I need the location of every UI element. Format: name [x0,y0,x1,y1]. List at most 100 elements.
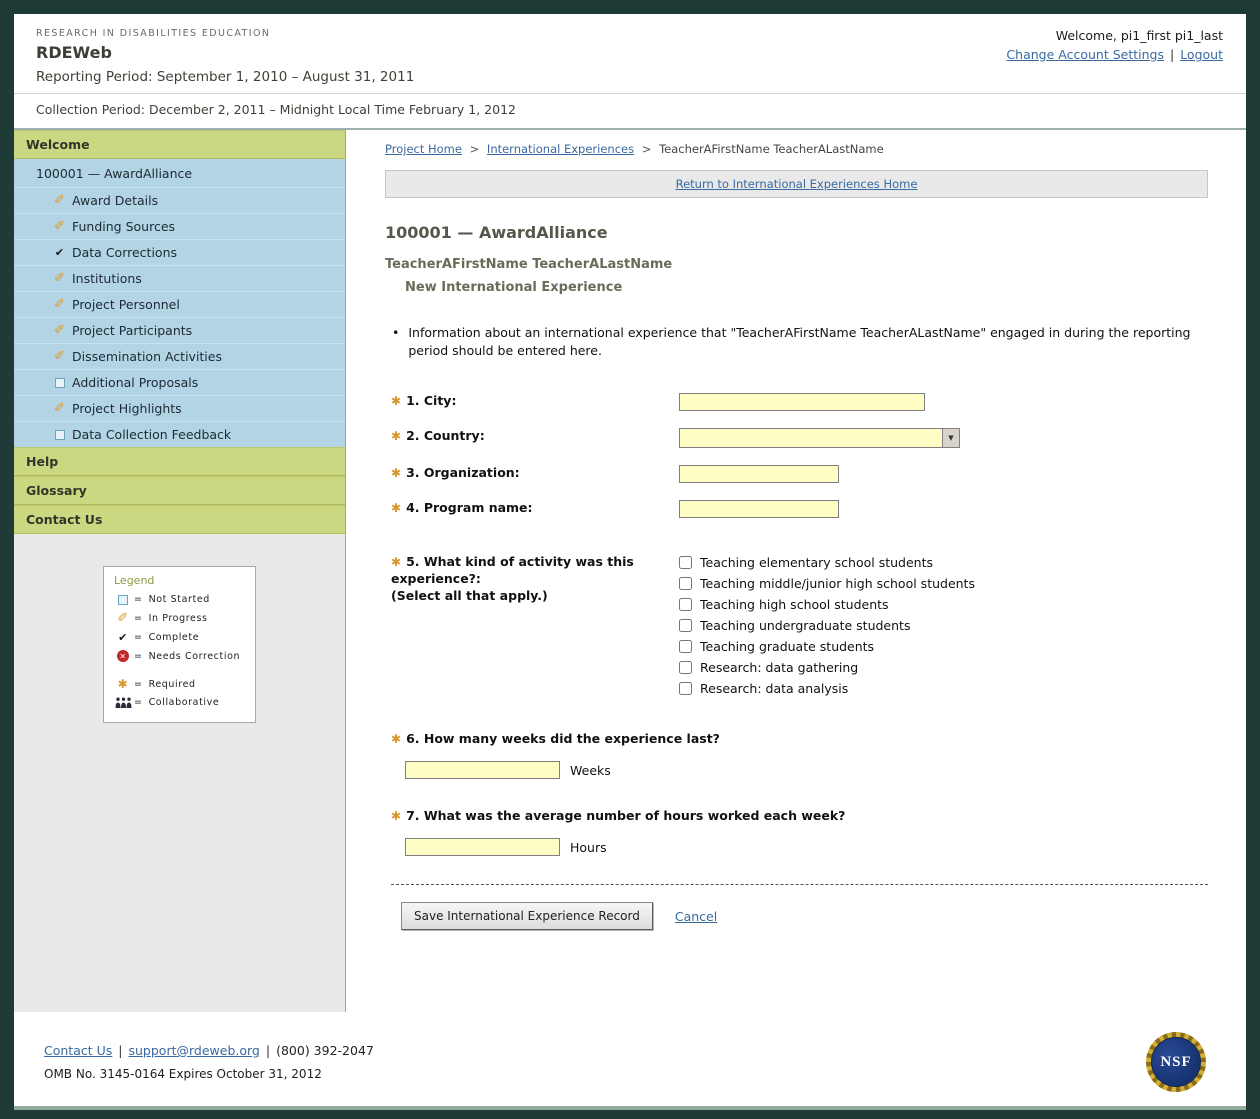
activity-option-elementary[interactable]: Teaching elementary school students [679,555,975,570]
weeks-question-label: 6. How many weeks did the experience las… [391,731,1208,746]
page-title: New International Experience [405,280,623,295]
sidebar-item-project-highlights[interactable]: Project Highlights [14,395,345,421]
program-name-input[interactable] [679,500,839,519]
nsf-logo-text: NSF [1151,1037,1201,1087]
notstarted-icon [52,429,67,440]
required-icon [114,678,132,690]
legend-row-not-started: Not Started [114,594,247,605]
hours-unit-label: Hours [570,839,607,855]
country-select[interactable] [679,428,960,449]
sidebar-item-data-corrections[interactable]: Data Corrections [14,239,345,265]
breadcrumb-separator [470,142,480,156]
activity-checkbox-data-gathering[interactable] [679,661,692,675]
logout-link[interactable]: Logout [1180,47,1223,62]
save-button[interactable]: Save International Experience Record [401,902,653,931]
sidebar-item-glossary[interactable]: Glossary [14,476,345,505]
button-row: Save International Experience Record Can… [391,902,1208,931]
legend: Legend Not Started In Progress Complete [103,566,256,723]
legend-title: Legend [114,574,155,587]
breadcrumb-separator [642,142,652,156]
breadcrumb-current: TeacherAFirstName TeacherALastName [659,142,884,156]
legend-row-complete: Complete [114,632,247,643]
sidebar-item-contact-us[interactable]: Contact Us [14,505,345,534]
required-icon [391,731,401,746]
activity-option-data-gathering[interactable]: Research: data gathering [679,660,975,675]
legend-label: Needs Correction [148,650,241,662]
pencil-icon [52,220,67,233]
sidebar-item-label: Data Collection Feedback [72,427,232,442]
sidebar-item-award[interactable]: 100001 — AwardAlliance [14,159,345,187]
sidebar-item-institutions[interactable]: Institutions [14,265,345,291]
city-input[interactable] [679,393,925,412]
award-heading: 100001 — AwardAlliance [385,223,608,242]
required-icon [391,465,401,480]
activity-checkbox-graduate[interactable] [679,640,692,654]
city-row: 1. City: [391,393,1208,412]
sidebar-item-project-personnel[interactable]: Project Personnel [14,291,345,317]
activity-option-graduate[interactable]: Teaching graduate students [679,639,975,654]
breadcrumb-international-experiences-link[interactable]: International Experiences [487,142,634,156]
return-to-international-experiences-link[interactable]: Return to International Experiences Home [676,177,918,191]
hours-input[interactable] [405,838,560,857]
required-icon [391,428,401,443]
activity-checkbox-middle-junior[interactable] [679,577,692,591]
equals-sign [134,594,143,605]
teacher-heading: TeacherAFirstName TeacherALastName [385,257,673,272]
people-icon [114,697,132,708]
activity-checkbox-undergraduate[interactable] [679,619,692,633]
sidebar-item-data-collection-feedback[interactable]: Data Collection Feedback [14,421,345,447]
sidebar-item-project-participants[interactable]: Project Participants [14,317,345,343]
program-name-row: 4. Program name: [391,500,1208,519]
equals-sign [134,697,143,708]
activity-option-high-school[interactable]: Teaching high school students [679,597,975,612]
reporting-period: Reporting Period: September 1, 2010 – Au… [36,69,415,85]
sidebar-item-funding-sources[interactable]: Funding Sources [14,213,345,239]
activity-option-undergraduate[interactable]: Teaching undergraduate students [679,618,975,633]
pencil-icon [52,194,67,207]
footer-email-link[interactable]: support@rdeweb.org [129,1043,260,1058]
pencil-icon [52,272,67,285]
organization-input[interactable] [679,465,839,484]
sidebar-item-award-details[interactable]: Award Details [14,187,345,213]
footer-phone: (800) 392-2047 [276,1043,374,1058]
activity-checkbox-elementary[interactable] [679,556,692,570]
footer: Contact Us support@rdeweb.org (800) 392-20… [14,1012,1246,1106]
activity-options: Teaching elementary school students Teac… [679,554,975,702]
header: RESEARCH IN DISABILITIES EDUCATION RDEWe… [14,14,1246,130]
cancel-link[interactable]: Cancel [675,909,717,924]
activity-option-data-analysis[interactable]: Research: data analysis [679,681,975,696]
footer-contact-us-link[interactable]: Contact Us [44,1043,112,1058]
chevron-down-icon[interactable] [942,429,959,448]
activity-checkbox-high-school[interactable] [679,598,692,612]
legend-row-required: Required [114,678,247,690]
legend-row-collaborative: Collaborative [114,697,247,708]
sidebar-item-label: Data Corrections [72,245,177,260]
country-row: 2. Country: [391,428,1208,449]
pencil-icon [52,324,67,337]
breadcrumb-project-home-link[interactable]: Project Home [385,142,462,156]
sidebar-item-label: Institutions [72,271,142,286]
activity-option-middle-junior[interactable]: Teaching middle/junior high school stude… [679,576,975,591]
sidebar-item-additional-proposals[interactable]: Additional Proposals [14,369,345,395]
activity-checkbox-data-analysis[interactable] [679,682,692,696]
required-icon [391,500,401,515]
change-account-settings-link[interactable]: Change Account Settings [1006,47,1164,62]
sidebar-item-dissemination-activities[interactable]: Dissemination Activities [14,343,345,369]
page: RESEARCH IN DISABILITIES EDUCATION RDEWe… [14,14,1246,1106]
legend-label: Collaborative [148,697,220,708]
sidebar-item-label: Project Personnel [72,297,180,312]
sidebar-item-welcome[interactable]: Welcome [14,130,345,159]
weeks-input[interactable] [405,761,560,780]
pencil-icon [52,350,67,363]
equals-sign [134,651,143,662]
error-icon [114,650,132,662]
form-separator [391,884,1208,886]
nsf-logo: NSF [1146,1032,1206,1092]
sidebar-item-help[interactable]: Help [14,447,345,476]
hours-question-label: 7. What was the average number of hours … [391,808,1208,823]
breadcrumb: Project Home International Experiences T… [385,142,1208,156]
legend-row-in-progress: In Progress [114,612,247,625]
required-icon [391,808,401,823]
activity-hint: (Select all that apply.) [391,588,548,603]
info-text: Information about an international exper… [385,324,1208,360]
